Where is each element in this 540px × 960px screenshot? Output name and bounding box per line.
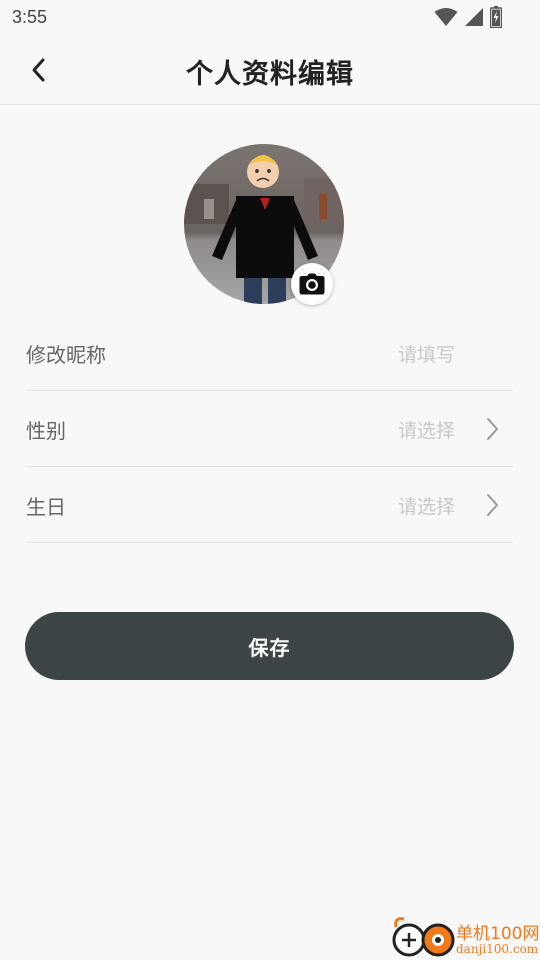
status-time: 3:55 [12, 7, 48, 27]
signal-icon [465, 8, 483, 26]
nickname-input[interactable]: 请填写 [398, 340, 455, 367]
birthday-label: 生日 [26, 495, 66, 519]
gender-label: 性别 [26, 419, 66, 443]
birthday-row[interactable]: 生日 请选择 [26, 467, 513, 543]
profile-form: 修改昵称 请填写 性别 请选择 生日 请选择 [26, 315, 513, 543]
gender-select[interactable]: 请选择 [398, 416, 455, 443]
save-button[interactable]: 保存 [25, 612, 514, 680]
chevron-right-icon [487, 418, 498, 440]
watermark-url: danji100.com [456, 942, 539, 956]
watermark-title: 单机100网 [456, 924, 540, 944]
battery-icon [490, 6, 502, 28]
header: 个人资料编辑 [0, 36, 540, 105]
camera-icon [299, 273, 325, 295]
gender-row[interactable]: 性别 请选择 [26, 391, 513, 467]
birthday-select[interactable]: 请选择 [398, 492, 455, 519]
wifi-icon [434, 8, 458, 26]
watermark: 单机100网 danji100.com [390, 915, 540, 960]
status-icons [434, 6, 502, 28]
chevron-right-icon [487, 494, 498, 516]
nickname-label: 修改昵称 [26, 343, 106, 367]
status-bar: 3:55 [0, 0, 540, 36]
avatar-section [184, 144, 344, 305]
watermark-logo-icon [392, 917, 455, 957]
camera-button[interactable] [291, 263, 333, 305]
nickname-row[interactable]: 修改昵称 请填写 [26, 315, 513, 391]
page-title: 个人资料编辑 [186, 59, 354, 90]
